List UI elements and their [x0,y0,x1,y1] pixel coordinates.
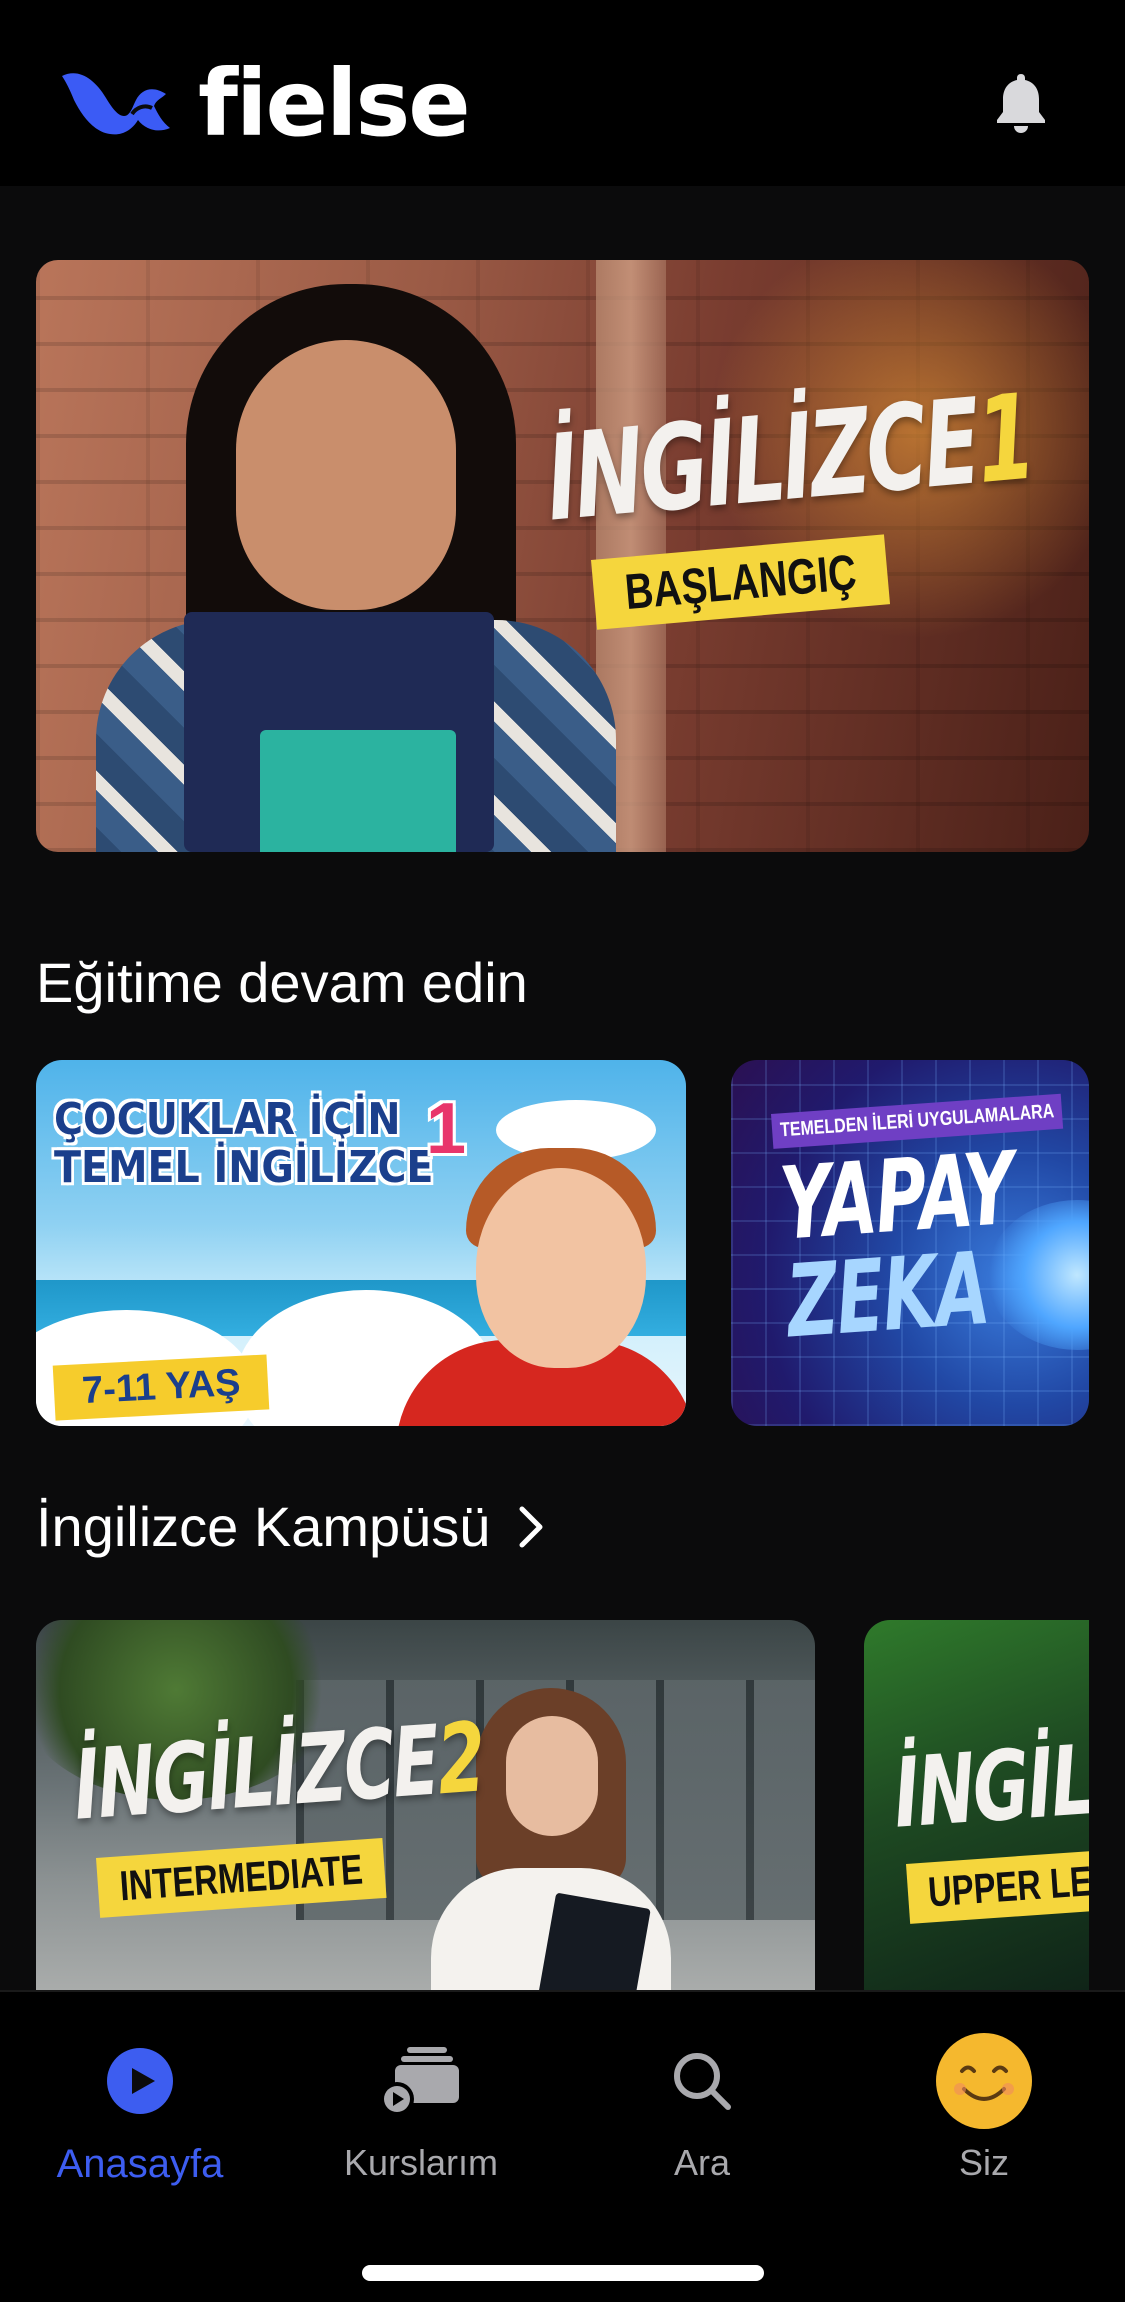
upper-level-subtitle: UPPER LEVE [906,1846,1089,1924]
chevron-right-icon [519,1506,543,1548]
course-card-upper-level[interactable]: İNGİLİ UPPER LEVE [864,1620,1089,1990]
ai-course-title: YAPAY ZEKA [776,1129,1017,1361]
course-card-kids-english[interactable]: ÇOCUKLAR İÇİN TEMEL İNGİLİZCE 1 7-11 YAŞ [36,1060,686,1426]
campus-section-header[interactable]: İngilizce Kampüsü [36,1494,546,1559]
course-card-ai[interactable]: TEMELDEN İLERİ UYGULAMALARA YAPAY ZEKA [731,1060,1089,1426]
fielse-logo-icon [62,73,170,135]
kids-course-title: ÇOCUKLAR İÇİN TEMEL İNGİLİZCE [54,1094,434,1193]
hero-banner[interactable]: İNGİLİZCE1 BAŞLANGIÇ [36,260,1089,852]
course-card-english-2[interactable]: İNGİLİZCE2 INTERMEDIATE [36,1620,815,1990]
bell-icon[interactable] [992,70,1050,136]
kids-course-number: 1 [426,1089,467,1169]
nav-label-profile: Siz [958,2142,1009,2183]
brand-name: fielse [198,50,471,157]
age-tag: 7-11 YAŞ [52,1354,270,1421]
smiley-avatar-icon [936,2033,1032,2129]
nav-label-home: Anasayfa [56,2142,224,2186]
brand-logo[interactable]: fielse [58,50,471,157]
search-icon [674,2053,731,2110]
campus-section-title: İngilizce Kampüsü [36,1495,491,1558]
top-bar: fielse [0,0,1125,186]
play-circle-icon [107,2048,173,2114]
courses-stack-icon [380,2047,459,2116]
kid-photo [476,1168,646,1368]
continue-section-title: Eğitime devam edin [36,951,528,1014]
upper-level-title: İNGİLİ [890,1722,1089,1850]
nav-item-home[interactable]: Anasayfa [30,2026,250,2187]
home-indicator[interactable] [362,2265,764,2281]
nav-label-courses: Kurslarım [343,2142,499,2183]
nav-label-search: Ara [673,2142,731,2183]
nav-item-search[interactable]: Ara [592,2026,812,2184]
nav-item-profile[interactable]: Siz [874,2026,1094,2184]
nav-item-courses[interactable]: Kurslarım [311,2026,531,2184]
bottom-navigation: Anasayfa Kurslarım Ara Siz [0,1990,1125,2302]
